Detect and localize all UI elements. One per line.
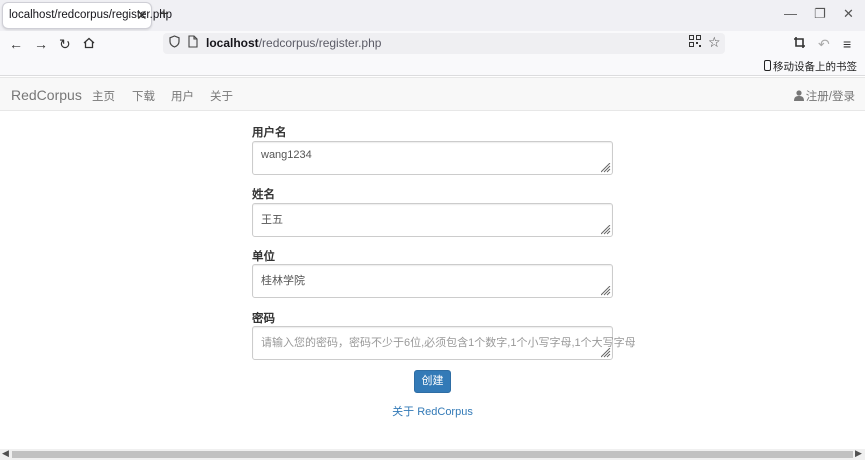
minimize-icon[interactable]: — — [784, 6, 797, 22]
brand-link[interactable]: RedCorpus — [11, 87, 82, 103]
resize-grip-icon[interactable] — [601, 348, 611, 358]
browser-tab[interactable]: localhost/redcorpus/register.php ✕ — [2, 2, 172, 29]
password-placeholder: 请输入您的密码，密码不少于6位,必须包含1个数字,1个小写字母,1个大写字母 — [261, 337, 636, 349]
user-icon — [793, 90, 804, 101]
create-button[interactable]: 创建 — [414, 370, 451, 393]
scrollbar-thumb[interactable] — [12, 451, 853, 458]
horizontal-scrollbar[interactable]: ◀ ▶ — [0, 448, 865, 460]
organization-label: 单位 — [252, 251, 275, 263]
undo-icon[interactable]: ↶ — [818, 35, 830, 53]
page-info-icon[interactable] — [188, 35, 198, 52]
back-icon[interactable]: ← — [9, 35, 23, 53]
name-value: 王五 — [261, 214, 283, 226]
password-field[interactable]: 请输入您的密码，密码不少于6位,必须包含1个数字,1个小写字母,1个大写字母 — [252, 326, 636, 360]
resize-grip-icon[interactable] — [601, 163, 611, 173]
screenshot-icon[interactable] — [793, 35, 806, 53]
bookmark-star-icon[interactable]: ☆ — [708, 34, 721, 50]
nav-users[interactable]: 用户 — [171, 88, 194, 104]
resize-grip-icon[interactable] — [601, 286, 611, 296]
username-label: 用户名 — [252, 127, 287, 139]
reload-icon[interactable]: ↻ — [59, 35, 71, 53]
bookmarks-bar: 移动设备上的书签 — [0, 57, 865, 76]
tab-strip: localhost/redcorpus/register.php ✕ + — ❐… — [0, 0, 865, 31]
name-label: 姓名 — [252, 189, 275, 201]
username-field[interactable]: wang1234 — [252, 141, 613, 175]
close-window-icon[interactable]: ✕ — [843, 6, 854, 22]
address-bar[interactable]: localhost/redcorpus/register.php ☆ — [163, 33, 725, 54]
nav-home[interactable]: 主页 — [92, 88, 115, 104]
nav-about[interactable]: 关于 — [210, 88, 233, 104]
scroll-right-icon[interactable]: ▶ — [855, 448, 862, 459]
forward-icon[interactable]: → — [34, 35, 48, 53]
organization-value: 桂林学院 — [261, 275, 305, 287]
password-label: 密码 — [252, 313, 275, 325]
shield-icon[interactable] — [169, 35, 180, 52]
scroll-left-icon[interactable]: ◀ — [2, 448, 9, 459]
mobile-bookmarks[interactable]: 移动设备上的书签 — [764, 59, 857, 74]
home-icon[interactable] — [83, 35, 95, 53]
resize-grip-icon[interactable] — [601, 225, 611, 235]
register-login-link[interactable]: 注册/登录 — [793, 88, 855, 104]
qr-code-icon[interactable] — [689, 35, 701, 51]
restore-icon[interactable]: ❐ — [814, 6, 826, 22]
site-navbar: RedCorpus 主页 下载 用户 关于 注册/登录 — [0, 77, 865, 111]
new-tab-button[interactable]: + — [159, 5, 169, 23]
menu-icon[interactable]: ≡ — [843, 35, 851, 53]
url-text[interactable]: localhost/redcorpus/register.php — [206, 36, 381, 50]
phone-icon — [764, 60, 771, 71]
organization-field[interactable]: 桂林学院 — [252, 264, 613, 298]
username-value: wang1234 — [261, 149, 312, 161]
about-redcorpus-link[interactable]: 关于 RedCorpus — [0, 403, 865, 419]
nav-download[interactable]: 下载 — [132, 88, 155, 104]
name-field[interactable]: 王五 — [252, 203, 613, 237]
tab-close-icon[interactable]: ✕ — [136, 7, 148, 23]
